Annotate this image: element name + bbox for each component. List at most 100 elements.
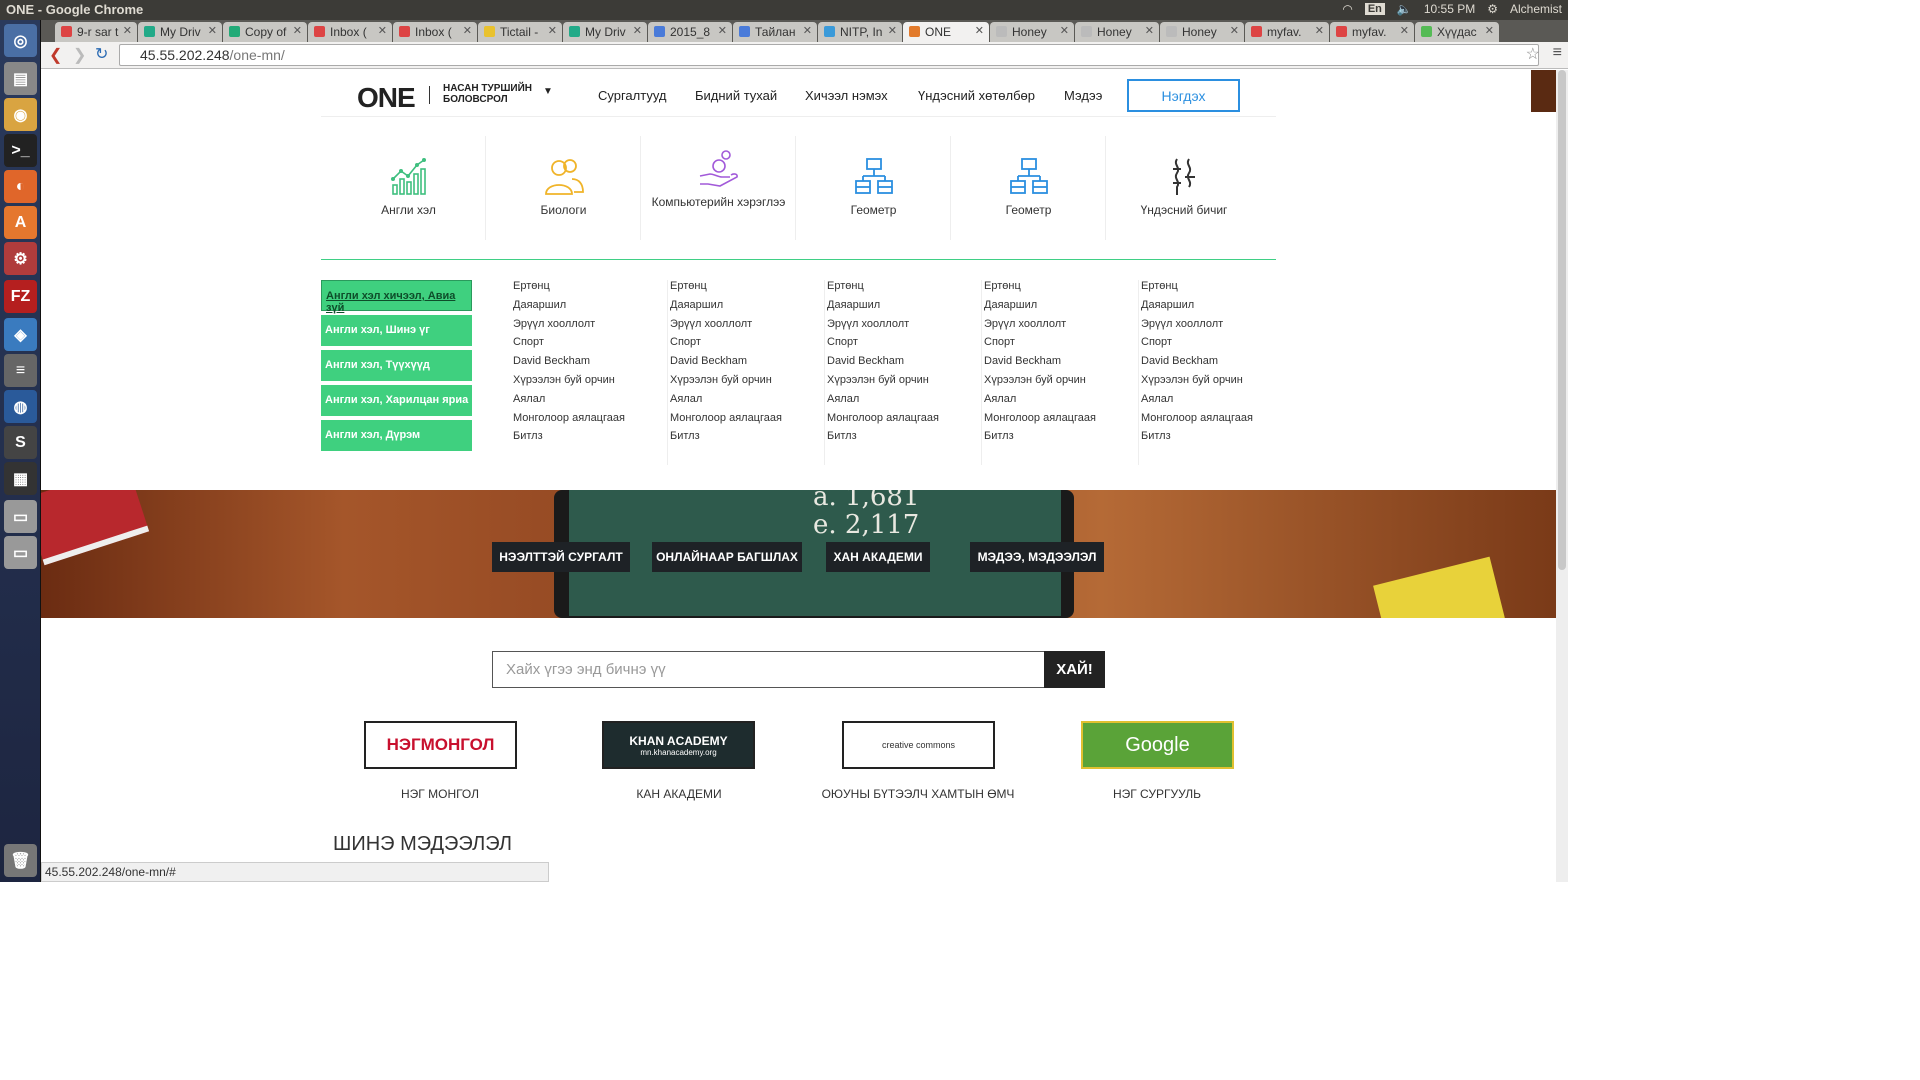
topic-link[interactable]: Аялал: [513, 393, 667, 412]
close-icon[interactable]: ✕: [293, 24, 302, 37]
topic-link[interactable]: Спорт: [670, 336, 824, 355]
browser-tab[interactable]: NITP, In ✕: [818, 22, 902, 42]
topic-link[interactable]: Даяаршил: [984, 299, 1138, 318]
terminal-icon[interactable]: >_: [4, 134, 37, 167]
close-icon[interactable]: ✕: [123, 24, 132, 37]
topic-link[interactable]: David Beckham: [827, 355, 981, 374]
topic-link[interactable]: Ертөнц: [1141, 280, 1296, 299]
close-icon[interactable]: ✕: [1060, 24, 1069, 37]
browser-tab[interactable]: Copy of ✕: [223, 22, 307, 42]
browser-tab[interactable]: 9-r sar t ✕: [55, 22, 137, 42]
browser-tab[interactable]: Honey ✕: [1160, 22, 1244, 42]
topic-link[interactable]: Даяаршил: [670, 299, 824, 318]
browser-tab[interactable]: Inbox (✕: [393, 22, 477, 42]
close-icon[interactable]: ✕: [1315, 24, 1324, 37]
topic-link[interactable]: Битлз: [984, 430, 1138, 449]
topic-link[interactable]: Эрүүл хооллолт: [827, 318, 981, 337]
close-icon[interactable]: ✕: [718, 24, 727, 37]
topic-link[interactable]: Хүрээлэн буй орчин: [670, 374, 824, 393]
gear-icon[interactable]: ⚙: [1487, 2, 1498, 16]
close-icon[interactable]: ✕: [1400, 24, 1409, 37]
back-icon[interactable]: ❮: [49, 45, 62, 65]
news-info-button[interactable]: МЭДЭЭ, МЭДЭЭЛЭЛ: [970, 542, 1104, 572]
topic-link[interactable]: Битлз: [827, 430, 981, 449]
drive-icon[interactable]: ▭: [4, 536, 37, 569]
creative-commons-logo[interactable]: creative commons: [842, 721, 995, 769]
topic-link[interactable]: Хүрээлэн буй орчин: [984, 374, 1138, 393]
topic-link[interactable]: Аялал: [1141, 393, 1296, 412]
topic-link[interactable]: Даяаршил: [827, 299, 981, 318]
subject-english[interactable]: Англи хэл: [332, 136, 486, 240]
address-bar[interactable]: 45.55.202.248/one-mn/: [119, 44, 1539, 66]
browser-tab[interactable]: Honey ✕: [1075, 22, 1159, 42]
close-icon[interactable]: ✕: [803, 24, 812, 37]
topic-link[interactable]: Даяаршил: [1141, 299, 1296, 318]
workbench-icon[interactable]: ◈: [4, 318, 37, 351]
network-icon[interactable]: ◍: [4, 390, 37, 423]
site-logo[interactable]: ONE: [357, 82, 416, 114]
close-icon[interactable]: ✕: [633, 24, 642, 37]
close-icon[interactable]: ✕: [378, 24, 387, 37]
search-button[interactable]: ХАЙ!: [1044, 651, 1105, 688]
topic-link[interactable]: Битлз: [670, 430, 824, 449]
course-button[interactable]: Англи хэл, Харилцан яриа: [321, 385, 472, 416]
browser-tab[interactable]: myfav. ✕: [1245, 22, 1329, 42]
topic-link[interactable]: Аялал: [984, 393, 1138, 412]
browser-tab[interactable]: My Driv ✕: [138, 22, 222, 42]
khan-academy-logo[interactable]: KHAN ACADEMY mn.khanacademy.org: [602, 721, 755, 769]
browser-tab[interactable]: Inbox (✕: [308, 22, 392, 42]
sublime-icon[interactable]: S: [4, 426, 37, 459]
close-icon[interactable]: ✕: [463, 24, 472, 37]
workspace-icon[interactable]: ▦: [4, 462, 37, 495]
browser-tab[interactable]: ONE ✕: [903, 22, 989, 42]
topic-link[interactable]: David Beckham: [513, 355, 667, 374]
files-icon[interactable]: ▤: [4, 62, 37, 95]
topic-link[interactable]: Монголоор аялацгаая: [984, 412, 1138, 431]
khan-academy-button[interactable]: ХАН АКАДЕМИ: [826, 542, 930, 572]
nav-about[interactable]: Бидний тухай: [695, 88, 777, 103]
subject-national-script[interactable]: Үндэсний бичиг: [1107, 136, 1261, 240]
topic-link[interactable]: Хүрээлэн буй орчин: [513, 374, 667, 393]
topic-link[interactable]: David Beckham: [984, 355, 1138, 374]
close-icon[interactable]: ✕: [1230, 24, 1239, 37]
topic-link[interactable]: David Beckham: [670, 355, 824, 374]
browser-tab[interactable]: Тайлан ✕: [733, 22, 817, 42]
browser-tab[interactable]: My Driv ✕: [563, 22, 647, 42]
close-icon[interactable]: ✕: [1145, 24, 1154, 37]
close-icon[interactable]: ✕: [888, 24, 897, 37]
topic-link[interactable]: Монголоор аялацгаая: [1141, 412, 1296, 431]
wifi-icon[interactable]: ◠: [1342, 2, 1352, 16]
trash-icon[interactable]: 🗑: [4, 844, 37, 877]
chrome-icon[interactable]: ◉: [4, 98, 37, 131]
topic-link[interactable]: Битлз: [1141, 430, 1296, 449]
software-center-icon[interactable]: A: [4, 206, 37, 239]
partner-caption[interactable]: ОЮУНЫ БҮТЭЭЛЧ ХАМТЫН ӨМЧ: [798, 787, 1038, 801]
topic-link[interactable]: Эрүүл хооллолт: [670, 318, 824, 337]
neg-mongol-logo[interactable]: НЭГМОНГОЛ: [364, 721, 517, 769]
subject-geometry[interactable]: Геометр: [797, 136, 951, 240]
topic-link[interactable]: Даяаршил: [513, 299, 667, 318]
subject-geometry[interactable]: Геометр: [952, 136, 1106, 240]
topic-link[interactable]: Монголоор аялацгаая: [670, 412, 824, 431]
close-icon[interactable]: ✕: [1485, 24, 1494, 37]
subject-biology[interactable]: Биологи: [487, 136, 641, 240]
storage-icon[interactable]: ≡: [4, 354, 37, 387]
topic-link[interactable]: Хүрээлэн буй орчин: [1141, 374, 1296, 393]
course-button[interactable]: Англи хэл, Шинэ үг: [321, 315, 472, 346]
browser-tab[interactable]: Tictail - ✕: [478, 22, 562, 42]
online-teaching-button[interactable]: ОНЛАЙНААР БАГШЛАХ: [652, 542, 802, 572]
close-icon[interactable]: ✕: [548, 24, 557, 37]
topic-link[interactable]: Ертөнц: [827, 280, 981, 299]
topic-link[interactable]: Спорт: [513, 336, 667, 355]
clock[interactable]: 10:55 PM: [1424, 2, 1475, 16]
topic-link[interactable]: Спорт: [1141, 336, 1296, 355]
topic-link[interactable]: Монголоор аялацгаая: [513, 412, 667, 431]
dash-icon[interactable]: ◎: [4, 24, 37, 57]
browser-tab[interactable]: Хүүдас ✕: [1415, 22, 1499, 42]
close-icon[interactable]: ✕: [208, 24, 217, 37]
topic-link[interactable]: Битлз: [513, 430, 667, 449]
search-input[interactable]: Хайх үгээ энд бичнэ үү: [492, 651, 1045, 688]
partner-caption[interactable]: КАН АКАДЕМИ: [559, 787, 799, 801]
topic-link[interactable]: Ертөнц: [670, 280, 824, 299]
topic-link[interactable]: Спорт: [827, 336, 981, 355]
